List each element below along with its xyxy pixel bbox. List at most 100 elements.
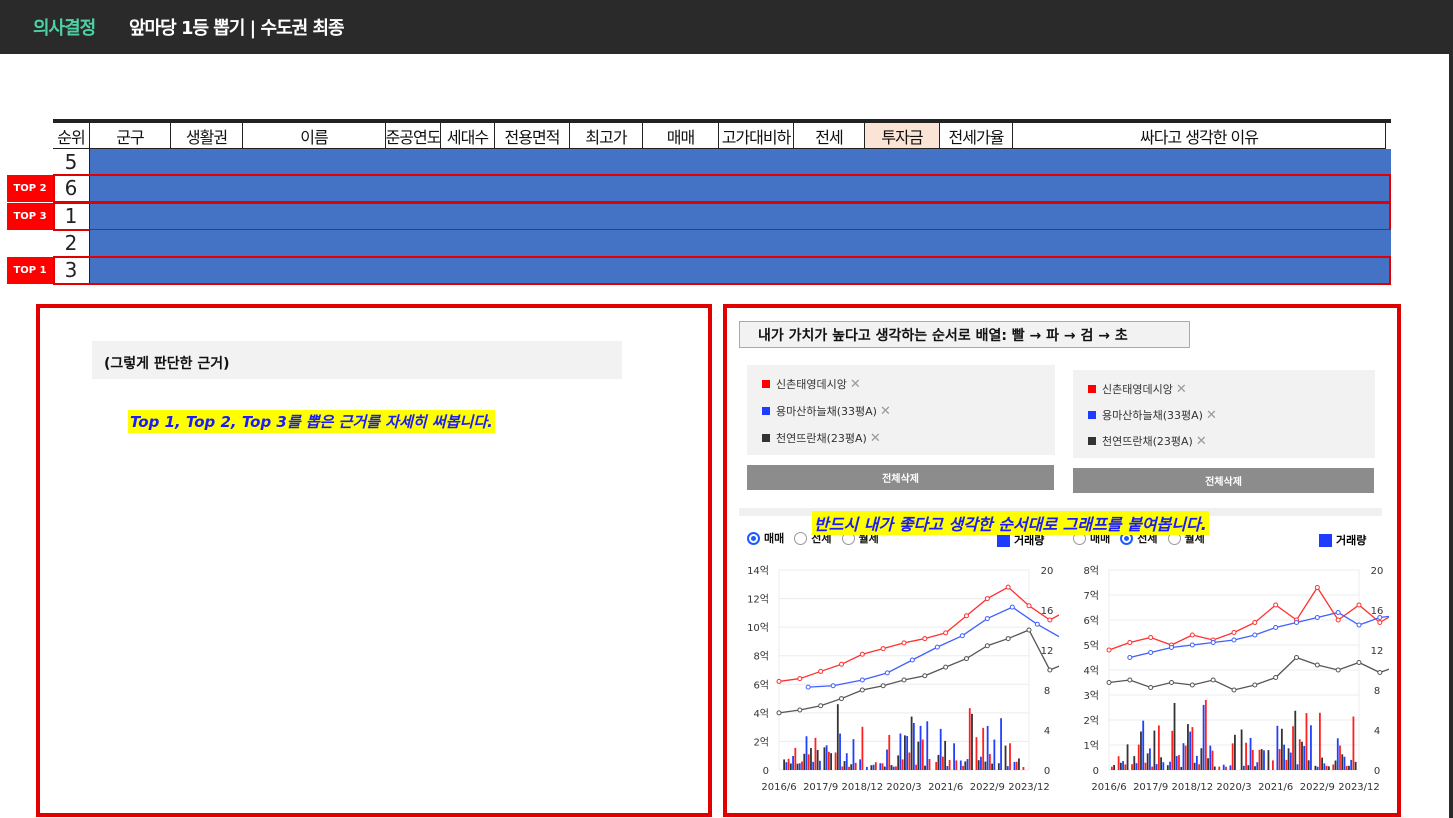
data-point bbox=[1356, 660, 1362, 665]
data-point bbox=[1252, 682, 1258, 688]
volume-bar bbox=[1149, 748, 1151, 770]
remove-icon[interactable]: ✕ bbox=[1196, 434, 1207, 449]
volume-bar bbox=[1256, 762, 1259, 770]
volume-bar bbox=[1301, 741, 1303, 770]
legend-label: 신촌태영데시앙 bbox=[1102, 383, 1173, 396]
data-point bbox=[818, 703, 824, 709]
data-point bbox=[1047, 617, 1053, 623]
x-tick-label: 2016/6 bbox=[761, 782, 796, 793]
delete-all-button-left[interactable]: 전체삭제 bbox=[747, 465, 1054, 490]
radio-label: 매매 bbox=[764, 532, 785, 545]
remove-icon[interactable]: ✕ bbox=[880, 404, 891, 419]
volume-bar bbox=[883, 766, 886, 770]
delete-all-button-right[interactable]: 전체삭제 bbox=[1073, 468, 1374, 493]
y-tick-label: 5억 bbox=[1083, 640, 1099, 652]
y2-tick-label: 8 bbox=[1044, 686, 1050, 697]
y2-tick-label: 8 bbox=[1374, 686, 1380, 697]
volume-bar bbox=[1350, 759, 1353, 770]
legend-item[interactable]: 신촌태영데시앙 ✕ bbox=[1088, 381, 1187, 397]
volume-bar bbox=[968, 708, 971, 770]
y-tick-label: 4억 bbox=[753, 708, 769, 720]
legend-label: 천연뜨란채(23평A) bbox=[776, 432, 867, 445]
row-rank: 5 bbox=[53, 149, 90, 175]
reason-note[interactable]: Top 1, Top 2, Top 3를 뽑은 근거를 자세히 써봅니다. bbox=[128, 410, 495, 433]
volume-bar bbox=[798, 763, 801, 770]
radio-jeonse[interactable] bbox=[794, 531, 808, 545]
radio-sale[interactable] bbox=[747, 531, 760, 545]
volume-bar bbox=[1142, 720, 1145, 770]
data-point bbox=[901, 677, 907, 683]
volume-bar bbox=[1113, 764, 1116, 770]
volume-bar bbox=[904, 735, 906, 770]
remove-icon[interactable]: ✕ bbox=[850, 377, 861, 392]
legend-item[interactable]: 신촌태영데시앙 ✕ bbox=[762, 376, 861, 392]
remove-icon[interactable]: ✕ bbox=[1176, 382, 1187, 397]
volume-bar bbox=[823, 747, 826, 770]
legend-item[interactable]: 용마산하늘채(33평A) ✕ bbox=[762, 403, 891, 419]
y2-tick-label: 4 bbox=[1374, 726, 1380, 737]
data-point bbox=[959, 633, 965, 639]
data-point bbox=[922, 673, 928, 679]
table-row[interactable] bbox=[90, 149, 1391, 175]
data-point bbox=[964, 613, 969, 619]
volume-bar bbox=[1000, 718, 1002, 770]
data-point bbox=[797, 676, 803, 682]
x-tick-label: 2023/12 bbox=[1338, 782, 1380, 793]
volume-bar bbox=[1254, 766, 1256, 770]
y-tick-label: 3억 bbox=[1083, 690, 1099, 702]
black-square-icon bbox=[762, 434, 770, 442]
right-edge bbox=[1449, 54, 1453, 818]
data-point bbox=[776, 710, 782, 716]
price-chart-sale: 02억4억6억8억10억12억14억0481216202016/6 2017/9 2… bbox=[747, 565, 1059, 793]
data-point bbox=[839, 661, 844, 667]
column-header-drop-rate: 고가대비하 bbox=[719, 123, 794, 149]
y-tick-label: 8억 bbox=[753, 651, 769, 663]
graph-note: 반드시 내가 좋다고 생각한 순서대로 그래프를 붙여봅니다. bbox=[812, 511, 1209, 535]
volume-bar bbox=[1280, 728, 1283, 770]
volume-bar bbox=[812, 761, 815, 770]
x-tick-label: 2022/9 bbox=[970, 782, 1005, 793]
volume-bar bbox=[1160, 757, 1162, 770]
top-row-outline bbox=[53, 202, 1391, 231]
volume-bar bbox=[1191, 727, 1194, 770]
volume-bar bbox=[850, 764, 853, 770]
checkbox-label: 거래량 bbox=[1336, 534, 1367, 547]
volume-bar bbox=[921, 739, 924, 770]
volume-bar bbox=[1187, 724, 1189, 770]
volume-bar bbox=[1013, 761, 1016, 770]
data-point bbox=[1148, 635, 1154, 640]
volume-bar bbox=[1294, 710, 1297, 770]
volume-bar bbox=[966, 759, 969, 770]
top-tag: TOP 1 bbox=[7, 257, 53, 284]
volume-bar bbox=[1015, 761, 1018, 770]
volume-bar bbox=[1325, 765, 1328, 770]
volume-bar bbox=[805, 736, 808, 770]
volume-bar bbox=[789, 763, 792, 770]
legend-item[interactable]: 천연뜨란채(23평A) ✕ bbox=[762, 430, 881, 446]
data-point bbox=[1314, 585, 1320, 590]
volume-bar bbox=[1146, 753, 1149, 770]
volume-checkbox-right[interactable]: 거래량 bbox=[1319, 532, 1366, 548]
volume-bar bbox=[841, 766, 844, 770]
volume-bar bbox=[881, 763, 884, 770]
volume-bar bbox=[1009, 743, 1011, 770]
legend-item[interactable]: 용마산하늘채(33평A) ✕ bbox=[1088, 407, 1217, 423]
data-point bbox=[1189, 642, 1195, 648]
volume-bar bbox=[895, 766, 897, 770]
legend-item[interactable]: 천연뜨란채(23평A) ✕ bbox=[1088, 433, 1207, 449]
remove-icon[interactable]: ✕ bbox=[1206, 408, 1217, 423]
volume-bar bbox=[1006, 766, 1009, 770]
volume-bar bbox=[964, 761, 967, 770]
column-header-reason: 싸다고 생각한 이유 bbox=[1013, 123, 1386, 149]
volume-bar bbox=[1231, 743, 1234, 770]
data-point bbox=[1252, 620, 1258, 625]
remove-icon[interactable]: ✕ bbox=[870, 431, 881, 446]
volume-bar bbox=[888, 734, 891, 770]
volume-bar bbox=[988, 753, 991, 770]
table-row[interactable] bbox=[90, 230, 1391, 256]
volume-bar bbox=[1189, 731, 1192, 770]
data-point bbox=[901, 640, 907, 646]
data-point bbox=[1335, 610, 1341, 615]
top-tag: TOP 2 bbox=[7, 175, 53, 202]
volume-bar bbox=[993, 739, 996, 770]
